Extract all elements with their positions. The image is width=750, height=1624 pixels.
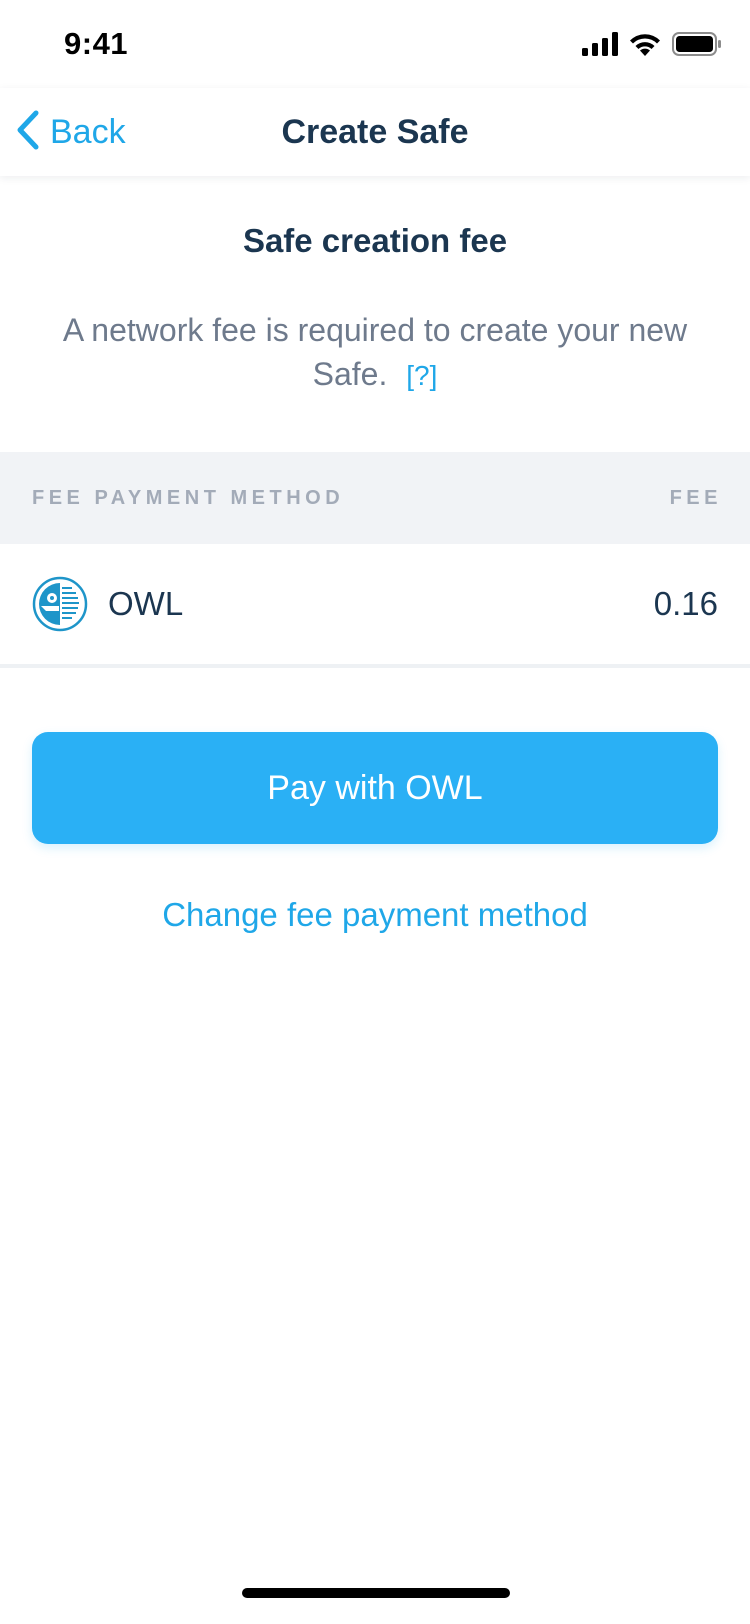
- status-time: 9:41: [64, 26, 129, 61]
- token-name: OWL: [108, 585, 184, 622]
- navigation-bar: Create Safe Back: [0, 88, 750, 176]
- pay-with-owl-button[interactable]: Pay with OWL: [32, 732, 718, 844]
- help-link[interactable]: [?]: [406, 360, 437, 391]
- owl-token-icon: [32, 576, 88, 632]
- fee-row-owl[interactable]: OWL 0.16: [0, 544, 750, 668]
- status-icons: [582, 31, 722, 61]
- signal-icon: [582, 31, 618, 61]
- wifi-icon: [628, 32, 662, 61]
- fee-table-header: FEE PAYMENT METHOD FEE: [0, 452, 750, 544]
- battery-icon: [672, 31, 722, 61]
- status-bar: 9:41: [0, 0, 750, 88]
- back-button[interactable]: Back: [14, 88, 126, 176]
- fee-value: 0.16: [653, 585, 718, 622]
- header-fee-payment-method: FEE PAYMENT METHOD: [32, 487, 345, 509]
- header-fee: FEE: [669, 487, 722, 509]
- chevron-left-icon: [14, 109, 42, 156]
- fee-description-text: A network fee is required to create your…: [62, 312, 688, 392]
- change-fee-payment-method-link[interactable]: Change fee payment method: [0, 896, 750, 934]
- section-title: Safe creation fee: [242, 222, 508, 259]
- fee-description: A network fee is required to create your…: [30, 308, 720, 398]
- back-label: Back: [50, 112, 126, 151]
- create-safe-screen: 9:41 Create Safe Back Safe creation fee …: [0, 0, 750, 1624]
- home-indicator[interactable]: [242, 1588, 510, 1598]
